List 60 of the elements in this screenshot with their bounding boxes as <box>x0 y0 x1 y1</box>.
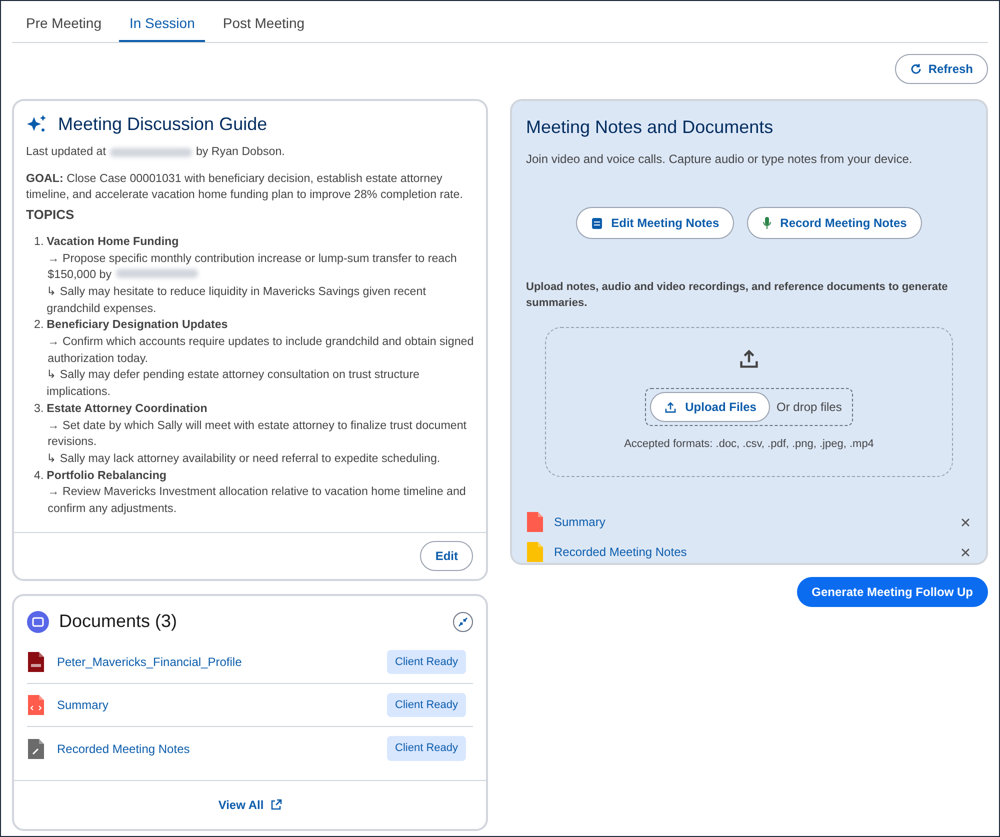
notes-icon <box>591 216 604 230</box>
status-tag: Client Ready <box>387 692 466 718</box>
edit-button[interactable]: Edit <box>420 541 473 571</box>
topic-title: Estate Attorney Coordination <box>46 400 208 417</box>
panel-subtitle: Join video and voice calls. Capture audio or type notes from your device. <box>526 151 914 168</box>
topic-number: 1. <box>34 234 44 250</box>
topic-number: 4. <box>34 468 44 484</box>
upload-icon <box>664 400 678 414</box>
file-icon <box>27 694 45 716</box>
folder-icon <box>27 610 49 632</box>
status-tag: Client Ready <box>387 650 466 674</box>
document-link[interactable]: Summary <box>57 696 376 714</box>
edit-notes-button[interactable]: Edit Meeting Notes <box>576 207 734 239</box>
collapse-button[interactable] <box>453 612 473 632</box>
file-drop-field[interactable]: Upload Files Or drop files <box>645 388 853 426</box>
file-icon <box>27 651 45 673</box>
topic-number: 3. <box>34 400 44 417</box>
updated-label: Last updated at <box>26 144 106 160</box>
refresh-icon <box>910 63 922 75</box>
tab[interactable]: Pre Meeting <box>16 5 112 42</box>
view-all-link[interactable]: View All <box>218 796 282 814</box>
panel-title: Meeting Notes and Documents <box>526 116 774 139</box>
topic-title: Vacation Home Funding <box>46 234 180 250</box>
file-link[interactable]: Recorded Meeting Notes <box>554 543 948 561</box>
status-tag: Client Ready <box>387 736 466 761</box>
topic-number: 2. <box>34 317 44 334</box>
card-title: Meeting Discussion Guide <box>58 116 268 132</box>
goal-text: GOAL: Close Case 00001031 with beneficiary decision, establish estate attorney timeline, and accelerate vacation home funding plan to improve 28% completion rate. <box>26 170 464 204</box>
refresh-button[interactable]: Refresh <box>895 54 988 84</box>
file-icon <box>27 738 45 760</box>
topic-title: Beneficiary Designation Updates <box>46 317 229 334</box>
close-icon <box>960 548 970 556</box>
tab[interactable]: Post Meeting <box>212 5 315 42</box>
document-link[interactable]: Recorded Meeting Notes <box>57 740 376 758</box>
sparkle-icon <box>26 114 48 134</box>
microphone-icon <box>762 216 772 230</box>
updated-author: by Ryan Dobson. <box>196 144 285 160</box>
close-icon <box>960 518 970 526</box>
external-link-icon <box>270 799 282 811</box>
upload-files-button[interactable]: Upload Files <box>650 392 770 422</box>
collapse-icon <box>458 616 468 626</box>
topic-risk: ↳ Sally may lack attorney availability or need referral to expedite scheduling. <box>46 450 442 467</box>
topic-action: → Set date by which Sally will meet with estate attorney to finalize trust document revisions. <box>48 418 467 448</box>
record-notes-button[interactable]: Record Meeting Notes <box>747 207 922 239</box>
topic-action: → Confirm which accounts require updates to include grandchild and obtain signed authorization today. <box>48 335 474 365</box>
generate-follow-up-button[interactable]: Generate Meeting Follow Up <box>796 577 988 607</box>
drop-files-label: Or drop files <box>776 399 843 416</box>
document-link[interactable]: Peter_Mavericks_Financial_Profile <box>57 653 376 671</box>
file-link[interactable]: Summary <box>554 513 948 531</box>
upload-instructions: Upload notes, audio and video recordings, and reference documents to generate summaries. <box>526 280 949 311</box>
topic-action: → Propose specific monthly contribution increase or lump-sum transfer to reach $150,000 by <box>48 252 457 282</box>
topic-title: Portfolio Rebalancing <box>46 468 168 484</box>
topic-risk: ↳ Sally may hesitate to reduce liquidity in Mavericks Savings given recent grandchild expenses. <box>46 284 427 317</box>
topics-heading: TOPICS <box>26 207 76 224</box>
upload-icon <box>738 348 760 370</box>
topic-risk: ↳ Sally may defer pending estate attorney consultation on trust structure implications. <box>46 367 420 400</box>
topic-action: → Review Mavericks Investment allocation relative to vacation home timeline and confirm any adjustments. <box>48 485 466 516</box>
card-title: Documents (3) <box>59 610 178 633</box>
tab[interactable]: In Session <box>119 5 205 42</box>
accepted-formats: Accepted formats: .doc, .csv, .pdf, .png, .jpeg, .mp4 <box>624 437 874 452</box>
